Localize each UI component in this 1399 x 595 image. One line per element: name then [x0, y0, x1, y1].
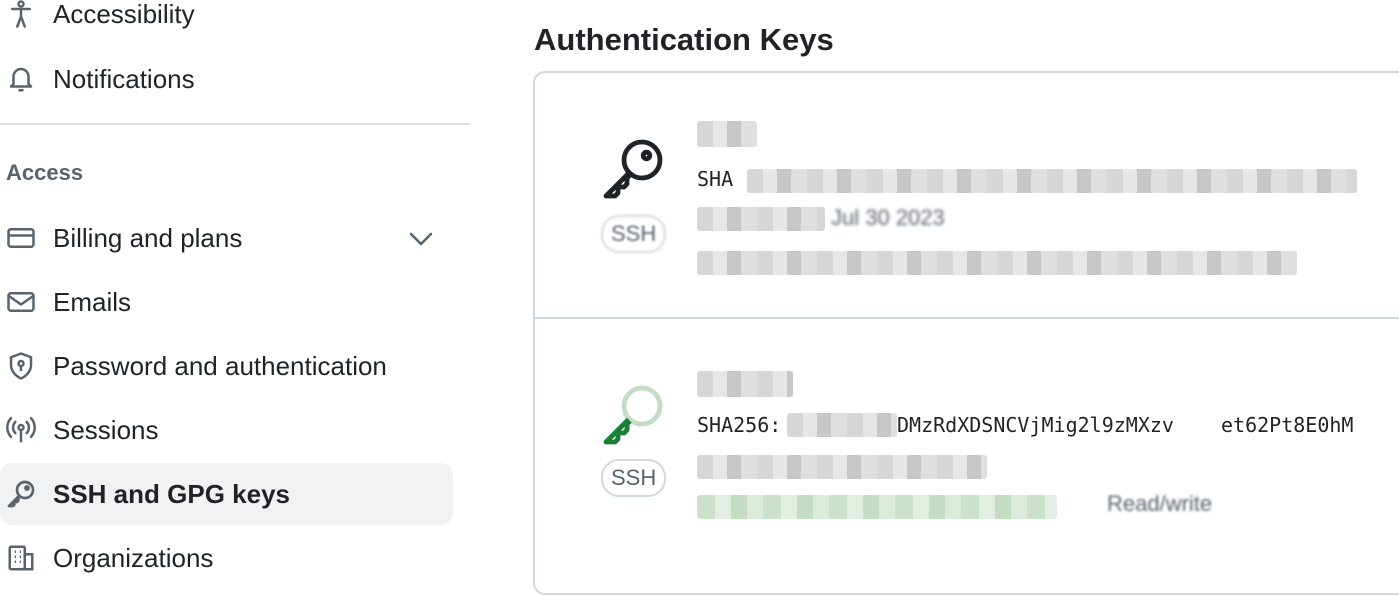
key-icon — [4, 477, 38, 511]
redacted-last-used — [697, 495, 1057, 519]
credit-card-icon — [4, 221, 38, 255]
sidebar-section-heading: Access — [6, 160, 84, 185]
redacted-fingerprint — [747, 169, 1357, 193]
sidebar-divider — [0, 123, 470, 125]
broadcast-icon — [4, 413, 38, 447]
sidebar-item-billing[interactable]: Billing and plans — [0, 207, 453, 269]
key-fingerprint-middle: DMzRdXDSNCVjMig2l9zMXzv — [897, 413, 1174, 437]
redacted-fingerprint — [787, 413, 897, 437]
sidebar-item-label: Sessions — [53, 414, 159, 445]
sidebar-item-label: Accessibility — [53, 0, 195, 29]
redacted-key-title — [697, 371, 793, 397]
key-icon — [597, 379, 669, 451]
key-added-date: Jul 30 2023 — [831, 205, 945, 230]
list-divider — [535, 317, 1399, 319]
redacted-key-title — [697, 121, 757, 147]
bell-icon — [4, 62, 38, 96]
sidebar-item-label: Notifications — [53, 63, 195, 94]
accessibility-icon — [4, 0, 38, 31]
redacted-added-label — [697, 207, 825, 231]
sidebar-item-ssh-gpg-keys[interactable]: SSH and GPG keys — [0, 463, 453, 525]
key-fingerprint-prefix: SHA256: — [697, 413, 782, 437]
settings-sidebar: Accessibility Notifications Access Billi… — [0, 0, 470, 573]
sidebar-item-password-authentication[interactable]: Password and authentication — [0, 335, 453, 397]
key-fingerprint-end: et62Pt8E0hM — [1221, 413, 1354, 437]
sidebar-item-label: SSH and GPG keys — [53, 478, 290, 509]
chevron-down-icon[interactable] — [405, 227, 437, 251]
page-title: Authentication Keys — [534, 22, 834, 57]
sidebar-item-notifications[interactable]: Notifications — [0, 48, 453, 110]
ssh-badge: SSH — [601, 459, 667, 497]
authentication-keys-list: SSH SHA Jul 30 2023 SSH SHA256: DMzRdXDS… — [533, 71, 1399, 595]
sidebar-item-label: Password and authentication — [53, 350, 387, 381]
key-fingerprint-prefix: SHA — [697, 167, 734, 191]
shield-lock-icon — [4, 349, 38, 383]
mail-icon — [4, 285, 38, 319]
sidebar-item-label: Billing and plans — [53, 222, 243, 253]
sidebar-item-organizations[interactable]: Organizations — [0, 527, 453, 589]
organization-icon — [4, 541, 38, 575]
redacted-added-date — [697, 455, 987, 479]
sidebar-item-label: Emails — [53, 286, 132, 317]
key-access-level: Read/write — [1107, 491, 1213, 516]
sidebar-item-label: Organizations — [53, 542, 214, 573]
sidebar-item-accessibility[interactable]: Accessibility — [0, 0, 453, 45]
sidebar-item-sessions[interactable]: Sessions — [0, 399, 453, 461]
redacted-last-used — [697, 251, 1297, 275]
key-icon — [597, 133, 669, 205]
sidebar-item-emails[interactable]: Emails — [0, 271, 453, 333]
ssh-badge: SSH — [601, 215, 667, 253]
